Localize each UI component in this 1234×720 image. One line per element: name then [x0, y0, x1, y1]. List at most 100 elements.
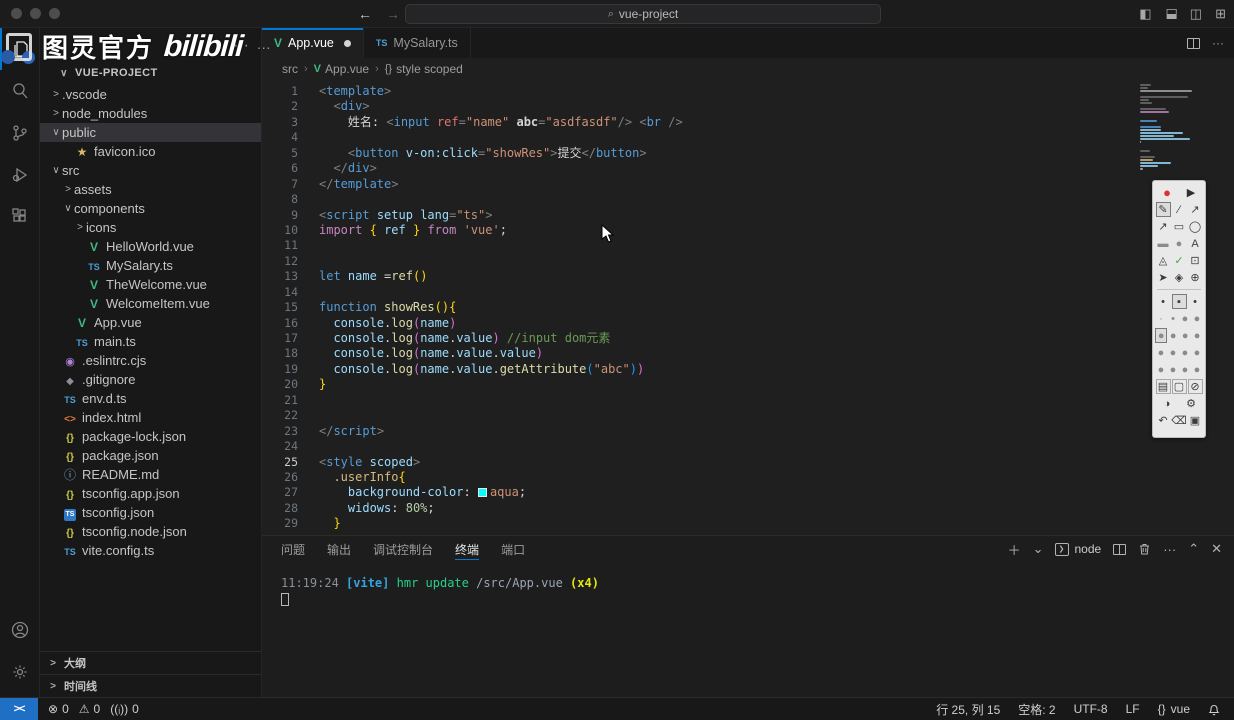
- split-terminal-icon[interactable]: [1113, 543, 1127, 555]
- window-controls[interactable]: [11, 8, 71, 19]
- tree-item-icons[interactable]: > icons: [40, 218, 261, 237]
- command-center-search[interactable]: ⌕ vue-project: [405, 4, 881, 24]
- code-line[interactable]: 28 widows: 80%;: [262, 501, 1234, 516]
- dashed-tool-icon[interactable]: ▢: [1171, 379, 1187, 394]
- size-large-tool-icon[interactable]: •: [1188, 294, 1203, 309]
- tree-item-node-modules[interactable]: > node_modules: [40, 104, 261, 123]
- project-root-row[interactable]: ∨ VUE-PROJECT: [40, 63, 261, 83]
- status-item-vue[interactable]: {} vue: [1158, 702, 1190, 716]
- warnings-count[interactable]: ⚠ 0: [79, 702, 100, 716]
- code-line[interactable]: 22: [262, 408, 1234, 423]
- forward-button[interactable]: →: [386, 6, 400, 22]
- code-line[interactable]: 20}: [262, 377, 1234, 392]
- terminal-instance[interactable]: ❯ node: [1055, 542, 1101, 556]
- tree-item-components[interactable]: ∨ components: [40, 199, 261, 218]
- code-line[interactable]: 4: [262, 130, 1234, 145]
- sidebar-section-大纲[interactable]: > 大纲: [40, 651, 261, 674]
- code-line[interactable]: 7 </template>: [262, 177, 1234, 192]
- code-line[interactable]: 27 background-color: aqua;: [262, 485, 1234, 500]
- contrast-tool-icon[interactable]: ◑: [1160, 396, 1175, 411]
- customize-layout-icon[interactable]: ⊞: [1215, 6, 1226, 22]
- record-tool-icon[interactable]: ●: [1160, 185, 1175, 200]
- color-12-tool-icon[interactable]: ●: [1191, 362, 1203, 377]
- panel-tab-调试控制台[interactable]: 调试控制台: [373, 536, 433, 562]
- color-5-tool-icon[interactable]: ●: [1155, 345, 1167, 360]
- new-terminal-button[interactable]: ＋: [1008, 540, 1021, 559]
- no-fill-tool-icon[interactable]: ⊘: [1187, 379, 1203, 394]
- color-10-tool-icon[interactable]: ●: [1167, 362, 1179, 377]
- select-cursor-tool-icon[interactable]: ➤: [1156, 270, 1171, 285]
- code-line[interactable]: 10 import { ref } from 'vue';: [262, 223, 1234, 238]
- search-sidebar-icon[interactable]: [0, 70, 40, 112]
- account-icon[interactable]: [0, 609, 40, 651]
- panel-more-actions-icon[interactable]: ···: [1163, 542, 1176, 557]
- code-line[interactable]: 21: [262, 393, 1234, 408]
- maximize-panel-icon[interactable]: ⌃: [1188, 541, 1199, 557]
- terminal-output[interactable]: 11:19:24 [vite] hmr update /src/App.vue …: [262, 562, 1234, 590]
- problems-status[interactable]: ⊗ 0 ⚠ 0 ((ᵢ)) 0: [38, 702, 139, 716]
- close-window-button[interactable]: [11, 8, 22, 19]
- line-tool-icon[interactable]: ∕: [1172, 202, 1187, 217]
- remote-indicator-button[interactable]: ><: [0, 697, 38, 720]
- arrow-2-tool-icon[interactable]: ↗: [1156, 219, 1171, 234]
- play-tool-icon[interactable]: ▶: [1184, 185, 1199, 200]
- magnifier-tool-icon[interactable]: ⊕: [1188, 270, 1203, 285]
- code-line[interactable]: 2 <div>: [262, 99, 1234, 114]
- extensions-icon[interactable]: [0, 196, 40, 238]
- color-3-tool-icon[interactable]: ●: [1179, 328, 1191, 343]
- tree-item-favicon.ico[interactable]: ★ favicon.ico: [40, 142, 261, 161]
- tree-item-public[interactable]: ∨ public: [40, 123, 261, 142]
- feedback-count[interactable]: ((ᵢ)) 0: [110, 702, 139, 716]
- eraser-tool-icon[interactable]: ◈: [1172, 270, 1187, 285]
- save-image-tool-icon[interactable]: ▣: [1188, 413, 1203, 428]
- status-item-LF[interactable]: LF: [1126, 702, 1140, 716]
- status-item-行-25--列-15[interactable]: 行 25, 列 15: [936, 701, 1000, 718]
- minimap[interactable]: [1140, 84, 1194, 171]
- undo-tool-icon[interactable]: ↶: [1156, 413, 1171, 428]
- color-9-tool-icon[interactable]: ●: [1155, 362, 1167, 377]
- dot-1-tool-icon[interactable]: ·: [1155, 311, 1167, 326]
- code-line[interactable]: 26 .userInfo{: [262, 470, 1234, 485]
- tab-MySalary.ts[interactable]: TS MySalary.ts: [363, 28, 471, 58]
- tree-item-tsconfig.node.json[interactable]: {} tsconfig.node.json: [40, 522, 261, 541]
- close-panel-icon[interactable]: ✕: [1211, 541, 1222, 557]
- color-7-tool-icon[interactable]: ●: [1179, 345, 1191, 360]
- tree-item-package.json[interactable]: {} package.json: [40, 446, 261, 465]
- code-line[interactable]: 9 <script setup lang="ts">: [262, 208, 1234, 223]
- color-swatch-aqua[interactable]: [477, 488, 487, 498]
- breadcrumb-item[interactable]: App.vue: [325, 62, 369, 76]
- tree-item-README.md[interactable]: ⓘ README.md: [40, 465, 261, 484]
- code-line[interactable]: 11: [262, 238, 1234, 253]
- code-line[interactable]: 16 console.log(name): [262, 316, 1234, 331]
- code-line[interactable]: 5 <button v-on:click="showRes">提交</butto…: [262, 146, 1234, 161]
- text-tool-icon[interactable]: A: [1188, 236, 1203, 251]
- trash-tool-icon[interactable]: ⌫: [1171, 413, 1187, 428]
- ellipse-tool-icon[interactable]: ◯: [1188, 219, 1203, 234]
- source-control-icon[interactable]: [0, 112, 40, 154]
- dot-2-tool-icon[interactable]: •: [1167, 311, 1179, 326]
- tree-item-tsconfig.json[interactable]: TS tsconfig.json: [40, 503, 261, 522]
- tree-item-assets[interactable]: > assets: [40, 180, 261, 199]
- rect-filled-tool-icon[interactable]: ▬: [1156, 236, 1171, 251]
- code-line[interactable]: 19 console.log(name.value.getAttribute("…: [262, 362, 1234, 377]
- code-line[interactable]: 17 console.log(name.value) //input dom元素: [262, 331, 1234, 346]
- code-line[interactable]: 13 let name =ref(): [262, 269, 1234, 284]
- color-11-tool-icon[interactable]: ●: [1179, 362, 1191, 377]
- status-item-UTF-8[interactable]: UTF-8: [1074, 702, 1108, 716]
- size-small-tool-icon[interactable]: •: [1156, 294, 1171, 309]
- tree-item-package-lock.json[interactable]: {} package-lock.json: [40, 427, 261, 446]
- settings-gear-icon[interactable]: [0, 651, 40, 693]
- errors-count[interactable]: ⊗ 0: [48, 702, 69, 716]
- code-line[interactable]: 12: [262, 254, 1234, 269]
- zoom-window-button[interactable]: [49, 8, 60, 19]
- color-4-tool-icon[interactable]: ●: [1191, 328, 1203, 343]
- tree-item-App.vue[interactable]: V App.vue: [40, 313, 261, 332]
- rectangle-tool-icon[interactable]: ▭: [1172, 219, 1187, 234]
- code-line[interactable]: 8: [262, 192, 1234, 207]
- tree-item-env.d.ts[interactable]: TS env.d.ts: [40, 389, 261, 408]
- size-medium-tool-icon[interactable]: ▪: [1171, 294, 1187, 309]
- split-editor-icon[interactable]: [1187, 37, 1200, 49]
- circle-filled-tool-icon[interactable]: ●: [1172, 236, 1187, 251]
- breadcrumb-item[interactable]: style scoped: [396, 62, 463, 76]
- tree-item-TheWelcome.vue[interactable]: V TheWelcome.vue: [40, 275, 261, 294]
